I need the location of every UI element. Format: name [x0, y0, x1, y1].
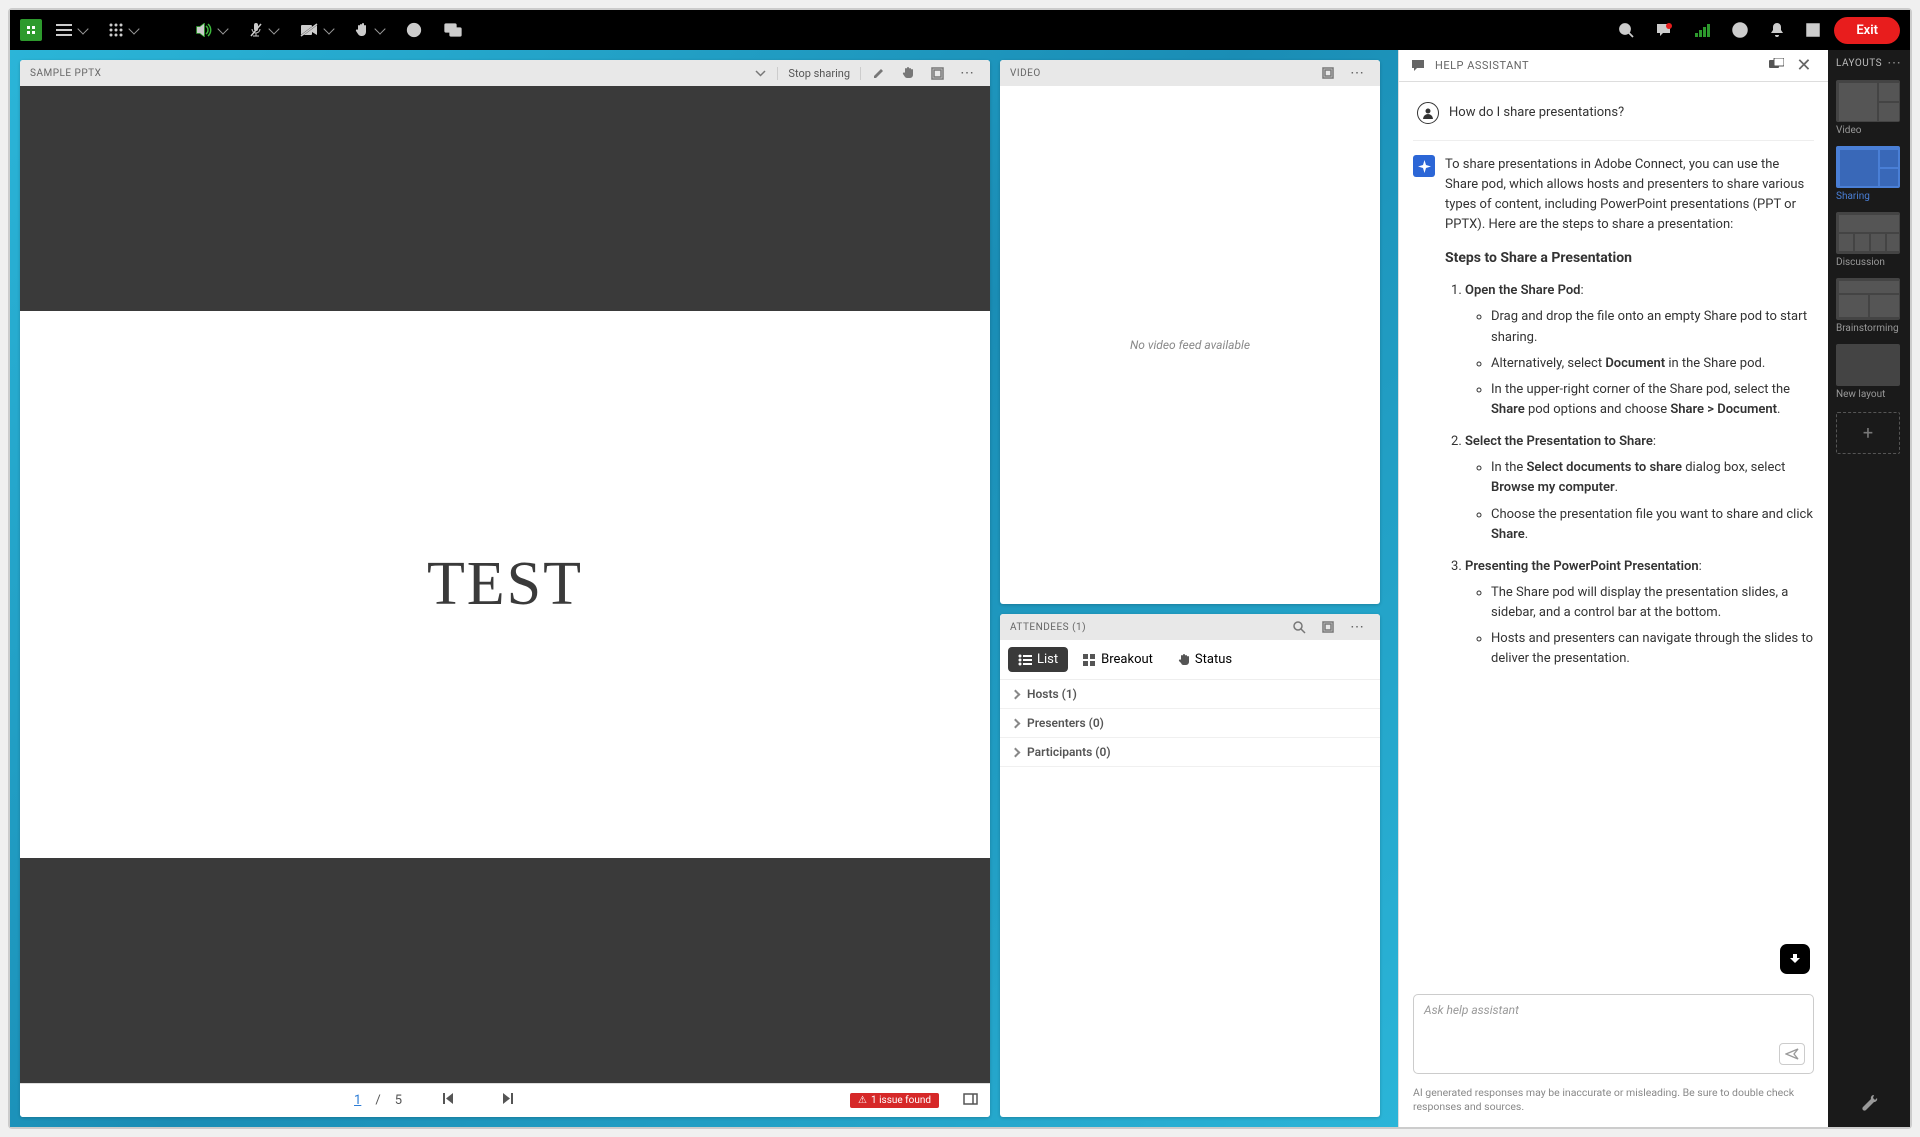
share-dropdown-icon[interactable] [750, 67, 771, 80]
scroll-down-button[interactable] [1780, 944, 1810, 974]
help-assistant-panel: HELP ASSISTANT ✕ How do I share presenta… [1398, 50, 1828, 1127]
chat-icon [1411, 59, 1427, 73]
chevron-down-icon [323, 23, 334, 34]
menu-button[interactable] [48, 18, 95, 42]
chevron-right-icon [1011, 747, 1021, 757]
share-pod-header: SAMPLE PPTX Stop sharing ⋯ [20, 60, 990, 86]
step-3: Presenting the PowerPoint Presentation: … [1465, 557, 1814, 670]
chevron-right-icon [1011, 718, 1021, 728]
step-2: Select the Presentation to Share: In the… [1465, 432, 1814, 545]
chevron-down-icon [217, 23, 228, 34]
user-message: How do I share presentations? [1413, 94, 1814, 141]
raise-hand-button[interactable] [347, 17, 392, 43]
issue-badge[interactable]: ⚠ 1 issue found [850, 1093, 939, 1108]
chevron-right-icon [1011, 689, 1021, 699]
user-avatar-icon [1417, 102, 1439, 124]
page-total: 5 [395, 1093, 402, 1108]
draw-icon[interactable] [867, 63, 891, 83]
first-slide-button[interactable] [442, 1092, 455, 1109]
attendees-tab-status[interactable]: Status [1168, 647, 1242, 672]
exit-button[interactable]: Exit [1834, 17, 1900, 44]
app-logo[interactable] [20, 19, 42, 41]
layouts-heading: LAYOUTS [1836, 58, 1882, 69]
video-empty-state: No video feed available [1000, 86, 1380, 604]
chat-toggle-button[interactable] [436, 18, 470, 43]
chevron-down-icon [77, 23, 88, 34]
layout-video[interactable]: Video [1828, 76, 1910, 142]
layout-discussion[interactable]: Discussion [1828, 208, 1910, 274]
search-button[interactable] [1611, 18, 1642, 43]
next-slide-button[interactable] [501, 1092, 514, 1109]
help-input[interactable]: Ask help assistant [1413, 994, 1814, 1074]
assistant-message: To share presentations in Adobe Connect,… [1413, 155, 1814, 682]
attendees-search-icon[interactable] [1288, 618, 1311, 637]
video-pod: VIDEO ⋯ No video feed available [1000, 60, 1380, 604]
popout-icon[interactable] [1769, 58, 1784, 74]
disclaimer-text: AI generated responses may be inaccurate… [1399, 1086, 1828, 1127]
layout-brainstorming[interactable]: Brainstorming [1828, 274, 1910, 340]
pointer-icon[interactable] [897, 63, 920, 83]
layout-new[interactable]: New layout [1828, 340, 1910, 406]
camera-button[interactable] [292, 18, 341, 42]
fullscreen-pod-icon[interactable] [926, 64, 949, 83]
tools-button[interactable] [1854, 1087, 1884, 1117]
chevron-down-icon [374, 23, 385, 34]
step-1: Open the Share Pod: Drag and drop the fi… [1465, 281, 1814, 420]
video-fullscreen-icon[interactable] [1317, 64, 1339, 82]
attendees-tab-breakout[interactable]: Breakout [1073, 647, 1163, 672]
assistant-button[interactable] [1648, 18, 1681, 43]
share-pod-title: SAMPLE PPTX [30, 68, 101, 79]
share-pod-menu-icon[interactable]: ⋯ [955, 62, 980, 84]
chevron-down-icon [268, 23, 279, 34]
connection-button[interactable] [1687, 18, 1718, 42]
mic-button[interactable] [241, 17, 286, 43]
attendees-fullscreen-icon[interactable] [1317, 618, 1339, 636]
attendees-pod: ATTENDEES (1) ⋯ List Breakout Status Hos… [1000, 614, 1380, 1117]
share-pod: SAMPLE PPTX Stop sharing ⋯ TEST 1 [20, 60, 990, 1117]
topbar: Exit [10, 10, 1910, 50]
video-pod-menu-icon[interactable]: ⋯ [1345, 62, 1370, 84]
close-icon[interactable]: ✕ [1792, 55, 1816, 76]
share-controls: 1 / 5 ⚠ 1 issue found [20, 1083, 990, 1117]
attendees-pod-title: ATTENDEES (1) [1010, 622, 1086, 633]
speaker-button[interactable] [188, 18, 235, 42]
attendees-group-presenters[interactable]: Presenters (0) [1000, 709, 1380, 738]
help-panel-title: HELP ASSISTANT [1435, 59, 1529, 72]
presentation-slide: TEST [20, 311, 990, 858]
attendees-group-participants[interactable]: Participants (0) [1000, 738, 1380, 767]
layouts-panel: LAYOUTS ⋯ Video Sharing Discussion Brain… [1828, 50, 1910, 1127]
help-button[interactable] [1724, 17, 1756, 43]
attendees-tab-list[interactable]: List [1008, 647, 1068, 672]
attendees-group-hosts[interactable]: Hosts (1) [1000, 680, 1380, 709]
add-layout-button[interactable]: + [1836, 412, 1900, 454]
layout-sharing[interactable]: Sharing [1828, 142, 1910, 208]
emoji-button[interactable] [398, 17, 430, 43]
signal-bars-icon [1695, 23, 1710, 37]
stop-sharing-button[interactable]: Stop sharing [777, 67, 861, 80]
chevron-down-icon [128, 23, 139, 34]
video-pod-title: VIDEO [1010, 68, 1041, 79]
notifications-button[interactable] [1762, 17, 1792, 43]
attendees-pod-menu-icon[interactable]: ⋯ [1345, 616, 1370, 638]
fullscreen-button[interactable] [1798, 18, 1828, 42]
send-button[interactable] [1779, 1043, 1805, 1065]
sidebar-toggle-icon[interactable] [963, 1093, 978, 1109]
page-current[interactable]: 1 [354, 1093, 361, 1108]
grid-button[interactable] [101, 18, 146, 42]
layouts-menu-icon[interactable]: ⋯ [1887, 55, 1902, 71]
sparkle-icon [1413, 155, 1435, 177]
workspace: SAMPLE PPTX Stop sharing ⋯ TEST 1 [10, 50, 1398, 1127]
